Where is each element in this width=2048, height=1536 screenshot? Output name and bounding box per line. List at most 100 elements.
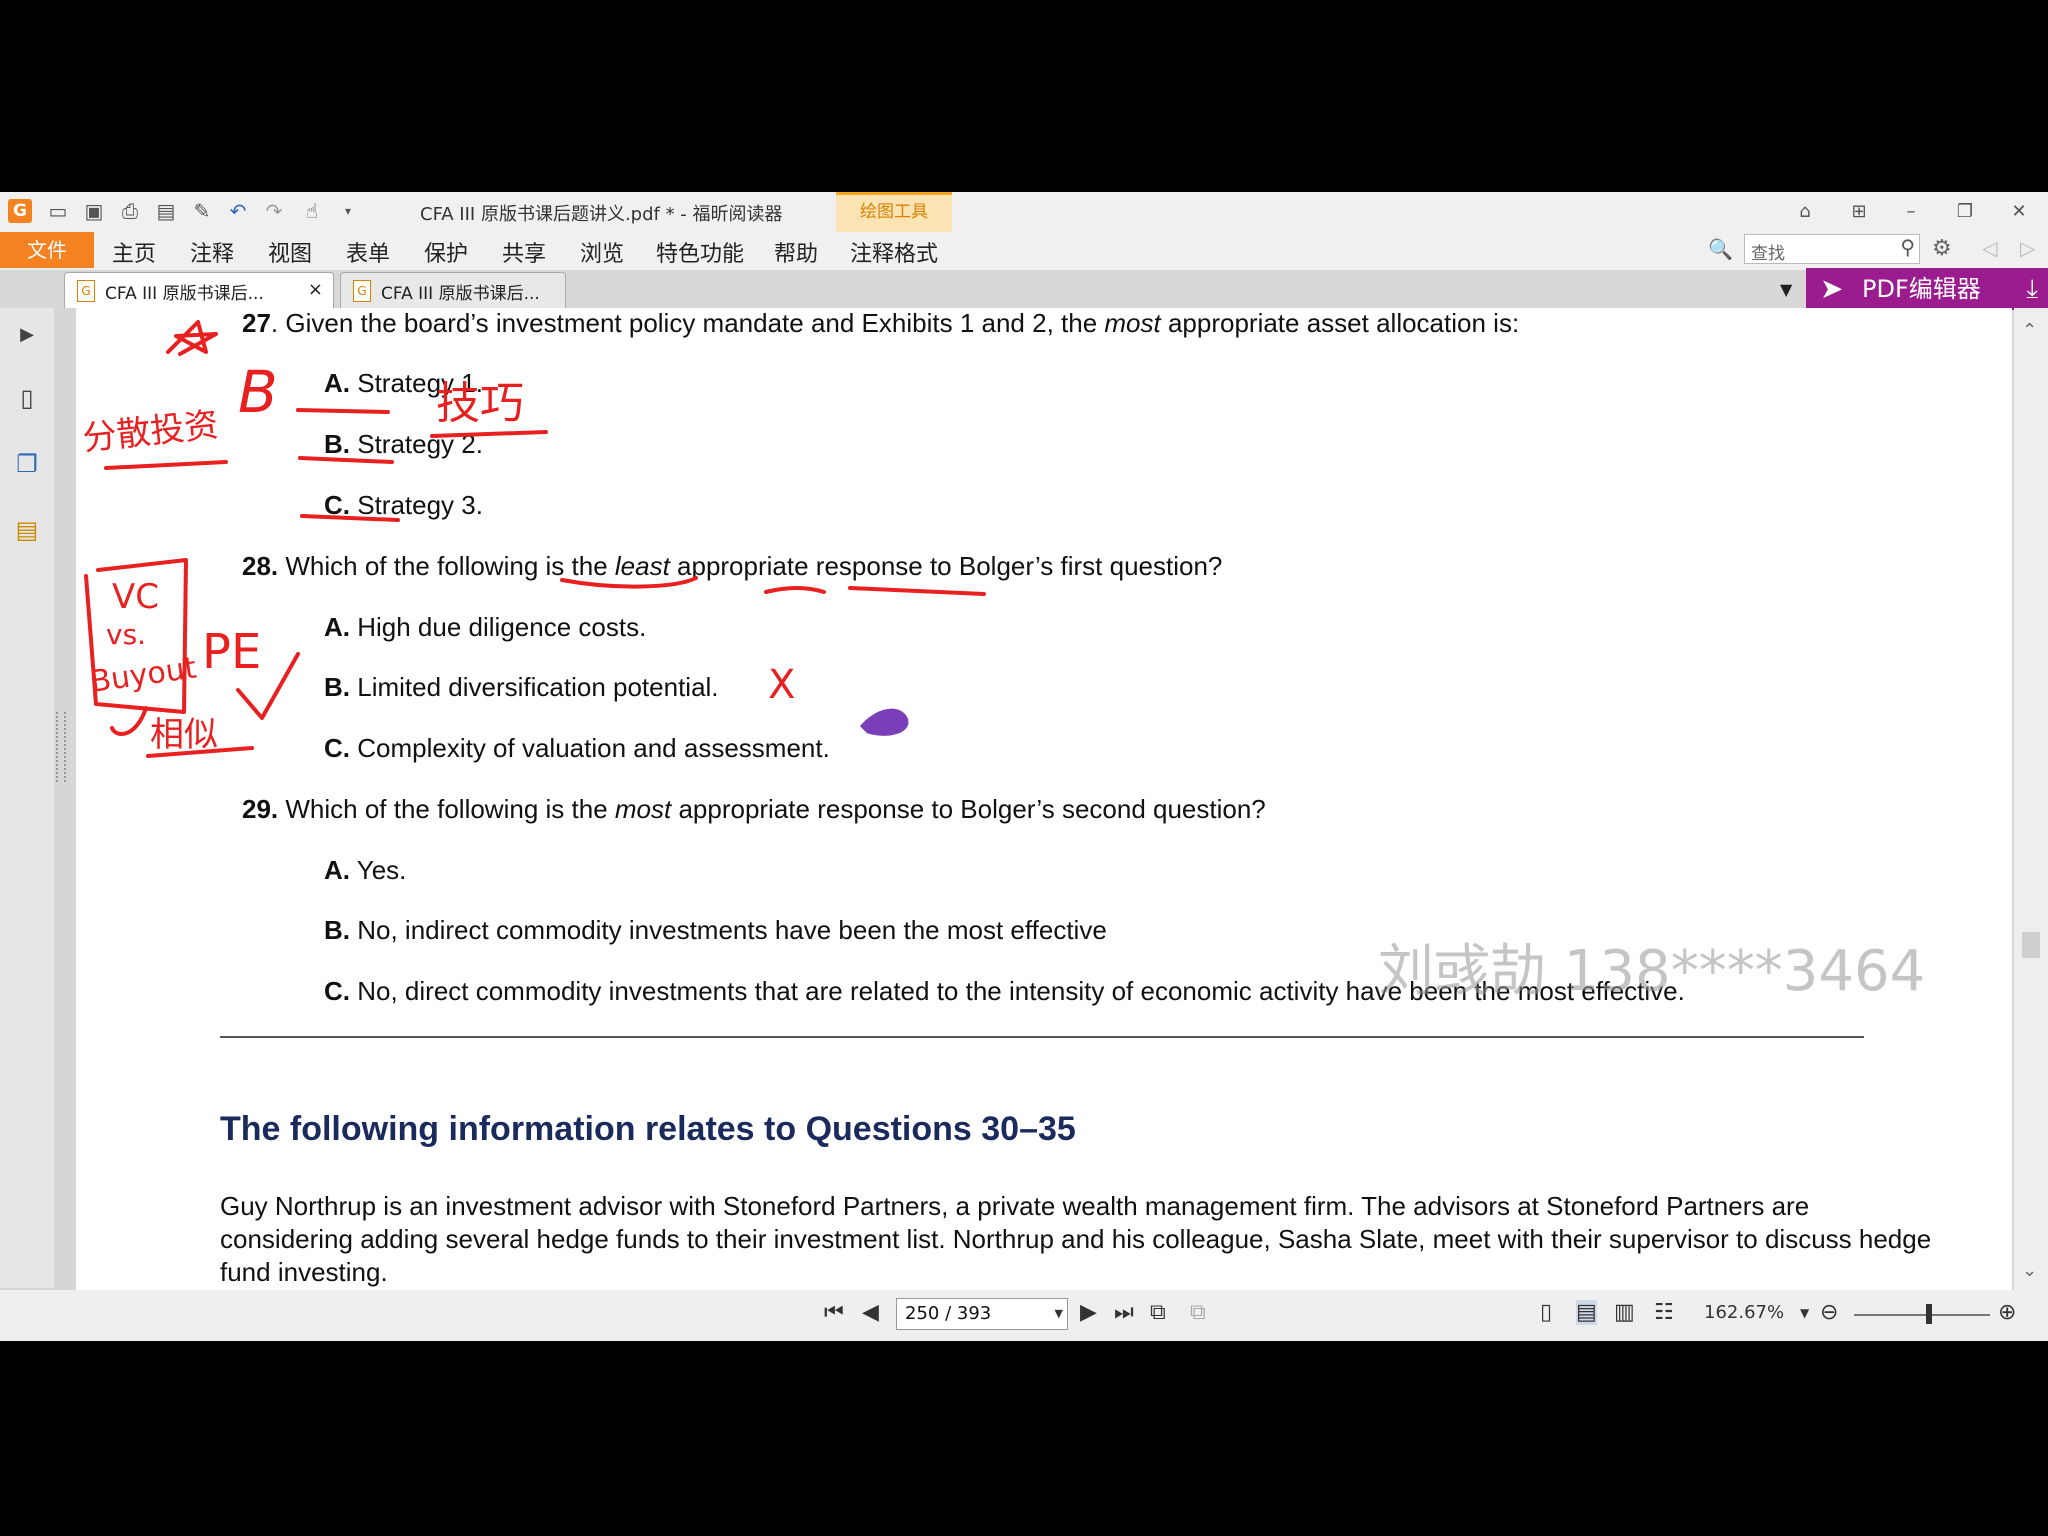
option-letter: A. bbox=[324, 855, 350, 885]
continuous-page-icon[interactable]: ▤ bbox=[1576, 1300, 1597, 1325]
next-view-icon[interactable]: ⧉ bbox=[1190, 1300, 1206, 1325]
question-number: 29. bbox=[242, 794, 279, 824]
save-icon[interactable]: ▣ bbox=[82, 199, 106, 223]
option-text: Yes. bbox=[356, 855, 407, 885]
option-28c: C. Complexity of valuation and assessmen… bbox=[324, 733, 830, 764]
menu-share[interactable]: 共享 bbox=[502, 236, 546, 268]
option-letter: C. bbox=[324, 733, 350, 763]
tab-list-dropdown-icon[interactable]: ▼ bbox=[1780, 280, 1792, 299]
scroll-up-icon[interactable]: ⌃ bbox=[2022, 320, 2037, 341]
scroll-down-icon[interactable]: ⌄ bbox=[2022, 1260, 2037, 1281]
zoom-out-icon[interactable]: ⊖ bbox=[1820, 1300, 1838, 1325]
question-number: 27 bbox=[242, 308, 271, 338]
box-text-vc: VC bbox=[112, 577, 159, 617]
option-letter: C. bbox=[324, 976, 350, 1006]
restore-icon[interactable]: ❐ bbox=[1950, 198, 1980, 226]
nav-forward-icon[interactable]: ▷ bbox=[2020, 236, 2035, 260]
zoom-dropdown-icon[interactable]: ▼ bbox=[1800, 1306, 1809, 1320]
panel-resize-grip[interactable] bbox=[56, 712, 66, 782]
close-window-icon[interactable]: ✕ bbox=[2004, 198, 2034, 226]
pdf-file-icon: G bbox=[77, 280, 95, 302]
menu-browse[interactable]: 浏览 bbox=[580, 236, 624, 268]
menu-comment-format[interactable]: 注释格式 bbox=[850, 236, 938, 268]
first-page-icon[interactable]: ⏮ bbox=[824, 1300, 844, 1325]
previous-page-icon[interactable]: ◀ bbox=[862, 1300, 879, 1325]
page-dropdown-icon[interactable]: ▼ bbox=[1055, 1299, 1063, 1329]
page-number-input[interactable]: 250 / 393 ▼ bbox=[896, 1298, 1068, 1330]
settings-gear-icon[interactable]: ⚙ bbox=[1932, 236, 1952, 261]
continuous-facing-icon[interactable]: ☷ bbox=[1654, 1300, 1674, 1325]
section-divider bbox=[220, 1036, 1864, 1038]
zoom-slider-thumb[interactable] bbox=[1926, 1304, 1932, 1324]
option-29a: A. Yes. bbox=[324, 855, 406, 886]
hand-tool-icon[interactable]: ☝ bbox=[300, 199, 324, 223]
question-number: 28. bbox=[242, 551, 279, 581]
scroll-thumb[interactable] bbox=[2022, 932, 2040, 958]
box-text-buyout: Buyout bbox=[88, 650, 199, 700]
page-thumbnails-icon[interactable]: ❐ bbox=[12, 450, 42, 480]
question-29: 29. Which of the following is the most a… bbox=[242, 794, 1266, 825]
redo-icon[interactable]: ↷ bbox=[262, 199, 286, 223]
search-input[interactable]: 查找 ⚲ bbox=[1744, 234, 1920, 264]
question-text: appropriate response to Bolger’s first q… bbox=[669, 551, 1223, 581]
scan-icon[interactable]: ▤ bbox=[154, 199, 178, 223]
tab-document-1[interactable]: G CFA III 原版书课后... × bbox=[64, 272, 334, 308]
create-icon[interactable]: ✎ bbox=[190, 199, 214, 223]
pdf-editor-button[interactable]: ➤ PDF编辑器 ⤓ bbox=[1806, 268, 2048, 310]
menu-protect[interactable]: 保护 bbox=[424, 236, 468, 268]
ribbon-menu-bar: 文件 主页 注释 视图 表单 保护 共享 浏览 特色功能 帮助 注释格式 🔍 查… bbox=[0, 232, 2048, 270]
navigation-side-panel: ▶ ▯ ❐ ▤ bbox=[0, 308, 54, 1288]
menu-view[interactable]: 视图 bbox=[268, 236, 312, 268]
print-icon[interactable]: ⎙ bbox=[118, 199, 142, 223]
option-text: No, indirect commodity investments have … bbox=[357, 915, 1107, 945]
zoom-in-icon[interactable]: ⊕ bbox=[1998, 1300, 2016, 1325]
last-page-icon[interactable]: ⏭ bbox=[1114, 1300, 1134, 1325]
option-text: Strategy 3. bbox=[357, 490, 483, 520]
menu-home[interactable]: 主页 bbox=[112, 236, 156, 268]
menu-features[interactable]: 特色功能 bbox=[656, 236, 744, 268]
wrong-mark: X bbox=[768, 662, 795, 708]
vc-buyout-box bbox=[84, 558, 188, 714]
customize-quick-access-icon[interactable]: ▾ bbox=[336, 199, 360, 223]
next-page-icon[interactable]: ▶ bbox=[1080, 1300, 1097, 1325]
menu-help[interactable]: 帮助 bbox=[774, 236, 818, 268]
pdf-editor-label: PDF编辑器 bbox=[1862, 275, 1981, 303]
menu-comment[interactable]: 注释 bbox=[190, 236, 234, 268]
pdf-page-view[interactable]: 27. Given the board’s investment policy … bbox=[76, 308, 2012, 1290]
single-page-icon[interactable]: ▯ bbox=[1540, 1300, 1552, 1325]
tab-document-2[interactable]: G CFA III 原版书课后... bbox=[340, 272, 566, 308]
question-emphasis: least bbox=[614, 551, 670, 581]
nav-back-icon[interactable]: ◁ bbox=[1982, 236, 1997, 260]
previous-view-icon[interactable]: ⧉ bbox=[1150, 1300, 1166, 1325]
find-files-icon[interactable]: 🔍 bbox=[1708, 237, 1734, 263]
zoom-slider-track[interactable] bbox=[1854, 1314, 1990, 1316]
option-27b: B. Strategy 2. bbox=[324, 429, 483, 460]
user-watermark: 刘彧劼 138****3464 bbox=[1378, 939, 1926, 1004]
bookmarks-icon[interactable]: ▯ bbox=[12, 384, 42, 414]
share-icon[interactable]: ⌂ bbox=[1790, 198, 1820, 226]
close-tab-icon[interactable]: × bbox=[308, 279, 323, 300]
open-folder-icon[interactable]: ▭ bbox=[46, 199, 70, 223]
case-paragraph: Guy Northrup is an investment advisor wi… bbox=[220, 1191, 1932, 1287]
question-27: 27. Given the board’s investment policy … bbox=[242, 308, 1519, 339]
zoom-level[interactable]: 162.67% bbox=[1704, 1302, 1784, 1323]
question-text: appropriate asset allocation is: bbox=[1160, 308, 1520, 338]
download-icon: ⤓ bbox=[2026, 274, 2039, 304]
box-text-vs: vs. bbox=[106, 618, 146, 651]
drawing-tools-context-tab[interactable]: 绘图工具 bbox=[836, 192, 952, 232]
minimize-icon[interactable]: – bbox=[1896, 198, 1926, 226]
layout-icon[interactable]: ⊞ bbox=[1844, 198, 1874, 226]
vertical-scrollbar[interactable]: ⌃ ⌄ bbox=[2014, 308, 2048, 1290]
menu-form[interactable]: 表单 bbox=[346, 236, 390, 268]
search-icon[interactable]: ⚲ bbox=[1900, 235, 1915, 259]
section-heading: The following information relates to Que… bbox=[220, 1110, 1076, 1148]
comments-icon[interactable]: ▤ bbox=[12, 516, 42, 546]
facing-pages-icon[interactable]: ▥ bbox=[1614, 1300, 1635, 1325]
menu-file[interactable]: 文件 bbox=[0, 232, 94, 268]
note-below-box: 相似 bbox=[150, 715, 218, 755]
expand-panel-icon[interactable]: ▶ bbox=[12, 324, 42, 354]
question-text: . Given the board’s investment policy ma… bbox=[270, 308, 1105, 338]
option-letter: A. bbox=[324, 612, 350, 642]
undo-icon[interactable]: ↶ bbox=[226, 199, 250, 223]
cursor-icon: ➤ bbox=[1820, 272, 1844, 305]
